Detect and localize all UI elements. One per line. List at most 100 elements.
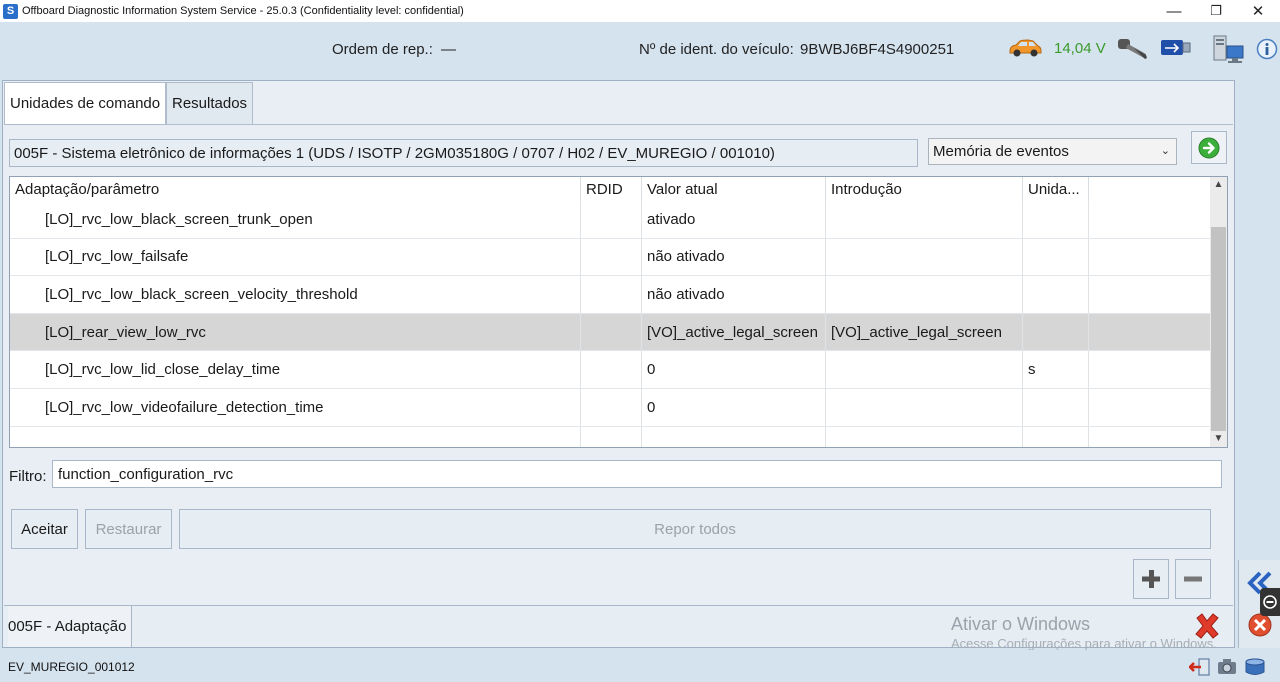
chevron-down-icon: ⌄ <box>1160 145 1170 157</box>
column-header-input[interactable]: Introdução <box>826 177 1023 201</box>
column-header-current-value[interactable]: Valor atual <box>642 177 826 201</box>
input-cell[interactable] <box>826 389 1023 426</box>
filter-label: Filtro: <box>9 468 47 485</box>
side-toggle-tab[interactable] <box>1260 588 1280 616</box>
current-value-cell: [VO]_active_legal_screen <box>642 313 826 351</box>
repair-order-label: Ordem de rep.: <box>332 41 433 58</box>
vehicle-header: Ordem de rep.: — Nº de ident. do veículo… <box>0 22 1280 80</box>
current-value-cell: não ativado <box>642 276 826 313</box>
windows-watermark-subtitle: Acesse Configurações para ativar o Windo… <box>951 636 1217 651</box>
current-value-cell: 0 <box>642 351 826 388</box>
param-name: [LO]_rvc_low_lid_close_delay_time <box>45 361 281 379</box>
column-header-extra <box>1089 177 1210 201</box>
input-cell[interactable] <box>826 276 1023 313</box>
rdid-cell <box>581 351 642 388</box>
adaptation-tab-label: 005F - Adaptação <box>8 618 127 635</box>
vin-label: Nº de ident. do veículo: <box>639 41 794 58</box>
rdid-cell <box>581 313 642 351</box>
arrow-right-icon <box>1198 137 1220 158</box>
column-header-unit[interactable]: Unida... <box>1023 177 1089 201</box>
app-icon: S <box>3 3 18 19</box>
close-red-x-icon[interactable] <box>1192 611 1222 641</box>
bottom-strip: 005F - Adaptação Ativar o Windows Acesse… <box>4 605 1233 651</box>
table-row[interactable]: [LO]_rvc_low_failsafe não ativado <box>10 238 1210 277</box>
go-button[interactable] <box>1191 131 1227 164</box>
unit-cell <box>1023 276 1089 313</box>
restore-button[interactable]: Restaurar <box>85 509 172 549</box>
table-scrollbar[interactable]: ▲ ▼ <box>1210 177 1227 447</box>
repair-order-value: — <box>441 41 456 58</box>
current-value-cell <box>642 426 826 447</box>
rdid-cell <box>581 238 642 276</box>
reset-all-button[interactable]: Repor todos <box>179 509 1211 549</box>
network-computer-icon <box>1213 35 1244 63</box>
input-cell[interactable] <box>826 426 1023 447</box>
tab-control-units[interactable]: Unidades de comando <box>4 82 167 124</box>
param-name: [LO]_rvc_low_black_screen_velocity_thres… <box>45 285 358 303</box>
main-panel: Unidades de comando Resultados 005F - Si… <box>2 80 1235 651</box>
minus-circle-icon <box>1263 595 1277 609</box>
rdid-cell <box>581 389 642 426</box>
ignition-key-icon <box>1118 39 1147 59</box>
rdid-cell <box>581 201 642 238</box>
battery-voltage: 14,04 V <box>1054 40 1106 57</box>
scrollbar-thumb[interactable] <box>1211 227 1226 431</box>
minimize-button[interactable]: — <box>1152 0 1196 22</box>
param-name: [LO]_rvc_low_videofailure_detection_time <box>45 398 324 416</box>
info-icon[interactable] <box>1256 38 1278 60</box>
table-header: Adaptação/parâmetro RDID Valor atual Int… <box>10 177 1210 201</box>
unit-cell <box>1023 201 1089 238</box>
ecu-description-field: 005F - Sistema eletrônico de informações… <box>9 139 918 167</box>
unit-cell <box>1023 389 1089 426</box>
current-value-cell: 0 <box>642 389 826 426</box>
close-window-button[interactable]: ✕ <box>1236 0 1280 22</box>
status-text: EV_MUREGIO_001012 <box>8 660 135 674</box>
unit-cell: s <box>1023 351 1089 388</box>
accept-button[interactable]: Aceitar <box>11 509 78 549</box>
input-cell[interactable] <box>826 201 1023 238</box>
add-button[interactable] <box>1133 559 1169 599</box>
param-name: [LO]_rvc_low_black_screen_trunk_open <box>45 210 313 228</box>
window-title: Offboard Diagnostic Information System S… <box>22 5 464 17</box>
camera-icon[interactable] <box>1216 657 1238 677</box>
filter-input-value: function_configuration_rvc <box>58 465 234 483</box>
tab-results[interactable]: Resultados <box>166 82 254 124</box>
remove-button[interactable] <box>1175 559 1211 599</box>
rdid-cell <box>581 276 642 313</box>
table-row[interactable]: [LO]_rvc_low_black_screen_velocity_thres… <box>10 276 1210 314</box>
minus-icon <box>1184 576 1202 582</box>
plus-icon <box>1142 570 1160 588</box>
scroll-down-icon[interactable]: ▼ <box>1210 431 1227 447</box>
table-row[interactable] <box>10 426 1210 447</box>
maximize-button[interactable]: ❐ <box>1194 0 1238 22</box>
exit-icon[interactable] <box>1189 657 1211 677</box>
input-cell[interactable]: [VO]_active_legal_screen <box>826 313 1023 351</box>
current-value-cell: não ativado <box>642 238 826 276</box>
unit-cell <box>1023 313 1089 351</box>
windows-watermark-title: Ativar o Windows <box>951 614 1091 634</box>
rdid-cell <box>581 426 642 447</box>
table-row[interactable]: [LO]_rvc_low_videofailure_detection_time… <box>10 389 1210 427</box>
input-cell[interactable] <box>826 351 1023 388</box>
mode-dropdown[interactable]: Memória de eventos ⌄ <box>928 138 1177 165</box>
column-header-rdid[interactable]: RDID <box>581 177 642 201</box>
filter-input[interactable]: function_configuration_rvc <box>52 460 1222 488</box>
current-value-cell: ativado <box>642 201 826 238</box>
input-cell[interactable] <box>826 238 1023 276</box>
table-row-selected[interactable]: [LO]_rear_view_low_rvc [VO]_active_legal… <box>10 313 1210 352</box>
table-row[interactable]: [LO]_rvc_low_black_screen_trunk_open ati… <box>10 201 1210 239</box>
unit-cell <box>1023 238 1089 276</box>
scroll-up-icon[interactable]: ▲ <box>1210 177 1227 193</box>
adaptation-content: 005F - Sistema eletrônico de informações… <box>4 124 1233 604</box>
usb-connection-icon <box>1161 40 1191 55</box>
status-bar: EV_MUREGIO_001012 <box>0 650 1280 682</box>
table-row[interactable]: [LO]_rvc_low_lid_close_delay_time 0 s <box>10 351 1210 389</box>
car-icon <box>1009 39 1042 57</box>
database-icon[interactable] <box>1244 657 1266 677</box>
column-header-parameter[interactable]: Adaptação/parâmetro <box>10 177 581 201</box>
adaptation-tab[interactable]: 005F - Adaptação <box>8 606 132 647</box>
adaptation-table: Adaptação/parâmetro RDID Valor atual Int… <box>9 176 1228 448</box>
title-bar: S Offboard Diagnostic Information System… <box>0 0 1280 22</box>
param-name: [LO]_rvc_low_failsafe <box>45 248 189 266</box>
ecu-description: 005F - Sistema eletrônico de informações… <box>14 144 775 162</box>
